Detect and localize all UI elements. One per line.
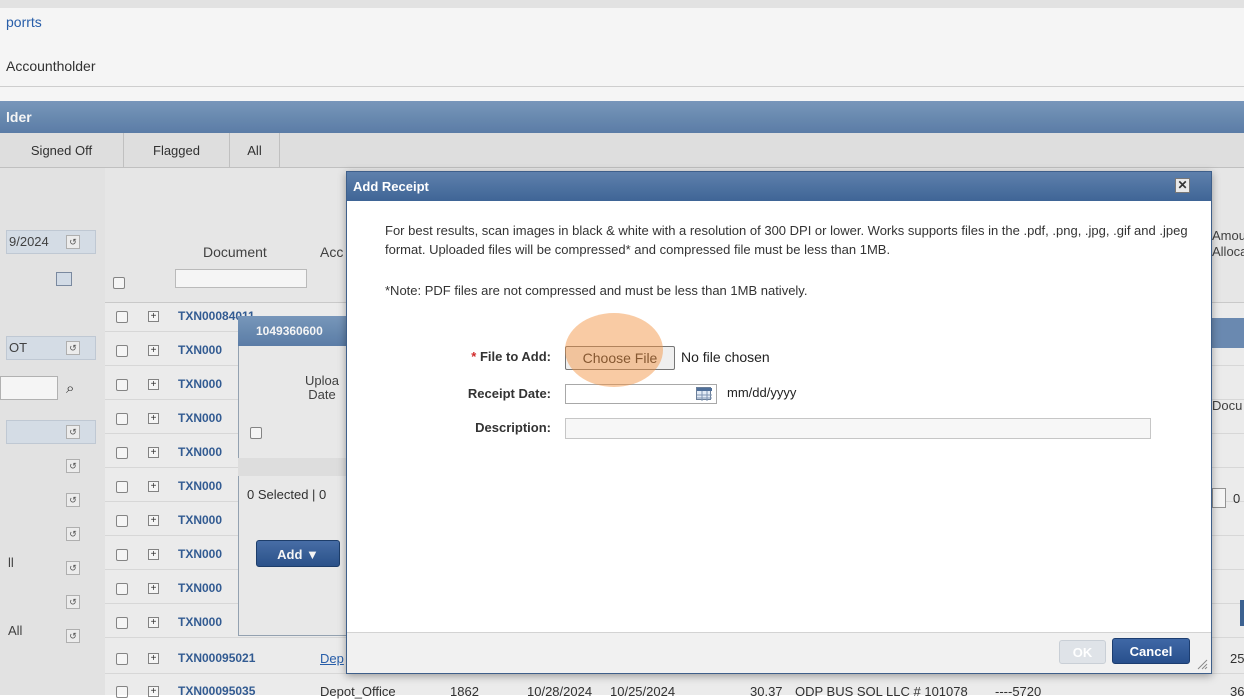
click-highlight — [565, 313, 663, 387]
receipt-date-input[interactable] — [565, 384, 717, 404]
file-to-add-text: File to Add: — [479, 349, 551, 364]
resize-grip-icon[interactable] — [1196, 658, 1208, 670]
description-input[interactable] — [565, 418, 1151, 439]
file-to-add-label: * File to Add: — [351, 349, 551, 364]
calendar-glyph — [697, 388, 712, 401]
dialog-title: Add Receipt — [347, 172, 1211, 201]
cancel-button[interactable]: Cancel — [1112, 638, 1190, 664]
date-format-hint: mm/dd/yyyy — [727, 385, 797, 400]
required-marker: * — [471, 349, 477, 364]
ok-button[interactable]: OK — [1059, 640, 1106, 664]
receipt-date-label: Receipt Date: — [467, 386, 551, 401]
close-icon[interactable]: ✕ — [1175, 178, 1190, 193]
upload-instructions: For best results, scan images in black &… — [385, 223, 1188, 257]
calendar-icon[interactable] — [696, 387, 712, 401]
pdf-note: *Note: PDF files are not compressed and … — [385, 283, 808, 298]
no-file-text: No file chosen — [681, 349, 770, 365]
resize-grip-glyph — [1197, 659, 1208, 670]
description-label: Description: — [475, 420, 551, 435]
add-receipt-dialog: Add Receipt ✕ For best results, scan ima… — [346, 171, 1212, 674]
